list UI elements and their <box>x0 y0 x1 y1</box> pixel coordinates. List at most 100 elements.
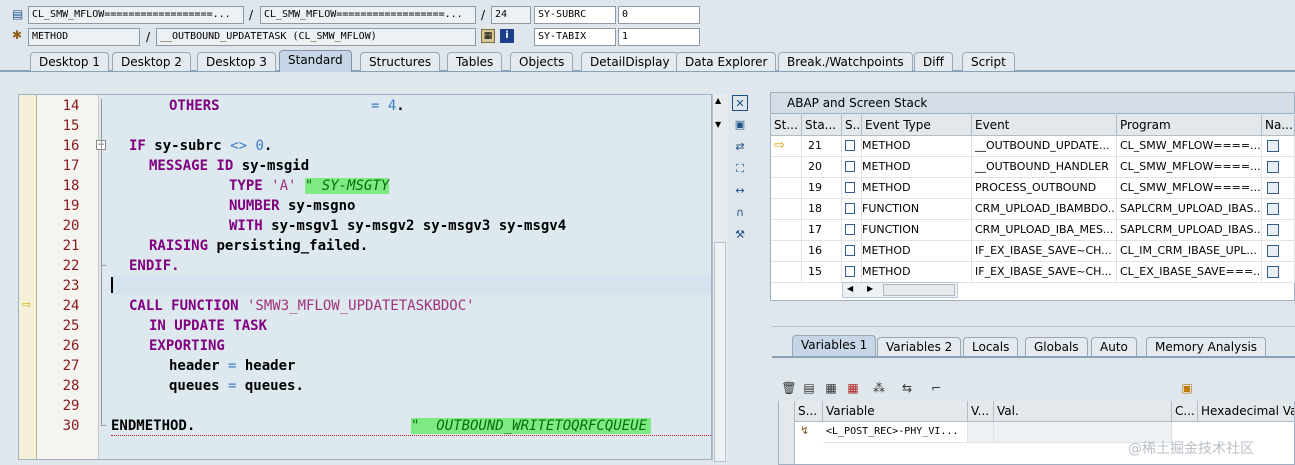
stack-type-icon-cell[interactable] <box>842 241 862 262</box>
stack-header[interactable]: Na... <box>1262 115 1295 136</box>
tab-memory-analysis[interactable]: Memory Analysis <box>1146 337 1267 356</box>
stack-level-cell[interactable]: 20 <box>802 157 842 178</box>
stack-nav-cell[interactable] <box>1262 262 1295 283</box>
scroll-down-icon[interactable]: ▼ <box>715 120 721 129</box>
var-header[interactable]: S... <box>795 401 823 422</box>
line-field[interactable]: 24 <box>491 6 531 24</box>
tab-breakpoints[interactable]: Break./Watchpoints <box>778 52 913 71</box>
variable-name-cell[interactable]: <L_POST_REC>-PHY_VI... <box>823 422 968 443</box>
stack-event-type-cell[interactable]: METHOD <box>862 241 972 262</box>
stack-type-icon-cell[interactable] <box>842 136 862 157</box>
tab-variables-2[interactable]: Variables 2 <box>877 337 962 356</box>
stack-nav-cell[interactable] <box>1262 220 1295 241</box>
resize-icon[interactable]: ↔ <box>732 183 748 199</box>
transfer-icon[interactable]: ⇆ <box>899 380 915 396</box>
stack-event-type-cell[interactable]: FUNCTION <box>862 220 972 241</box>
navigate-icon[interactable] <box>1267 161 1279 173</box>
stack-event-type-cell[interactable]: METHOD <box>862 157 972 178</box>
stack-event-cell[interactable]: CRM_UPLOAD_IBA_MES... <box>972 220 1117 241</box>
stack-level-cell[interactable]: 15 <box>802 262 842 283</box>
navigate-icon[interactable] <box>1267 140 1279 152</box>
stack-level-cell[interactable]: 17 <box>802 220 842 241</box>
stack-event-cell[interactable]: IF_EX_IBASE_SAVE~CH... <box>972 241 1117 262</box>
stack-type-icon-cell[interactable] <box>842 178 862 199</box>
stack-type-icon-cell[interactable] <box>842 220 862 241</box>
navigate-icon[interactable] <box>1267 266 1279 278</box>
tab-standard[interactable]: Standard <box>279 50 352 72</box>
stack-status-cell[interactable] <box>771 178 802 199</box>
stack-type-icon-cell[interactable] <box>842 157 862 178</box>
tab-detaildisplay[interactable]: DetailDisplay <box>581 52 679 71</box>
stack-nav-cell[interactable] <box>1262 199 1295 220</box>
var-header[interactable]: V... <box>968 401 994 422</box>
stack-nav-cell[interactable] <box>1262 136 1295 157</box>
stack-level-cell[interactable]: 16 <box>802 241 842 262</box>
stack-level-cell[interactable]: 19 <box>802 178 842 199</box>
stack-program-cell[interactable]: CL_SMW_MFLOW====... <box>1117 136 1262 157</box>
save-icon[interactable]: ▣ <box>1179 380 1195 396</box>
stack-event-cell[interactable]: IF_EX_IBASE_SAVE~CH... <box>972 262 1117 283</box>
sysvar-value-1[interactable]: 0 <box>618 6 700 24</box>
navigate-icon[interactable] <box>1267 182 1279 194</box>
tools-icon[interactable]: ⚒ <box>732 227 748 243</box>
display-source-icon[interactable]: ▦ <box>481 29 495 43</box>
info-icon[interactable]: i <box>500 29 514 43</box>
delete-icon[interactable]: 🗑 <box>781 380 797 396</box>
stack-event-type-cell[interactable]: FUNCTION <box>862 199 972 220</box>
sysvar-name-2[interactable]: SY-TABIX <box>534 28 616 46</box>
stack-hscroll[interactable]: ◀ ▶ <box>842 282 958 298</box>
stack-header[interactable]: S... <box>842 115 862 136</box>
tab-tables[interactable]: Tables <box>447 52 503 71</box>
stack-nav-cell[interactable] <box>1262 241 1295 262</box>
append-icon[interactable]: ▦ <box>823 380 839 396</box>
include-field[interactable]: CL_SMW_MFLOW==================... <box>260 6 476 24</box>
stack-header[interactable]: St... <box>771 115 802 136</box>
stack-program-cell[interactable]: SAPLCRM_UPLOAD_IBAS... <box>1117 199 1262 220</box>
navigate-icon[interactable] <box>1267 224 1279 236</box>
swap-icon[interactable]: ⇄ <box>732 139 748 155</box>
event-field[interactable]: __OUTBOUND_UPDATETASK (CL_SMW_MFLOW) <box>156 28 476 46</box>
var-header[interactable]: C... <box>1172 401 1198 422</box>
stack-header[interactable]: Program <box>1117 115 1262 136</box>
var-header[interactable]: Hexadecimal Valu <box>1198 401 1295 422</box>
scroll-thumb[interactable] <box>883 284 955 296</box>
row-selector-column[interactable] <box>779 401 795 464</box>
stack-status-cell[interactable] <box>771 199 802 220</box>
stack-level-cell[interactable]: 18 <box>802 199 842 220</box>
stack-status-cell[interactable] <box>771 157 802 178</box>
stack-nav-cell[interactable] <box>1262 178 1295 199</box>
folder-icon[interactable]: ⌐ <box>928 380 944 396</box>
stack-status-cell[interactable]: ⇨ <box>771 136 802 157</box>
tab-variables-1[interactable]: Variables 1 <box>792 335 877 356</box>
stack-nav-cell[interactable] <box>1262 157 1295 178</box>
variable-v-cell[interactable] <box>968 422 994 443</box>
stack-event-cell[interactable]: CRM_UPLOAD_IBAMBDO... <box>972 199 1117 220</box>
sysvar-value-2[interactable]: 1 <box>618 28 700 46</box>
type-field[interactable]: METHOD <box>28 28 140 46</box>
tab-desktop-2[interactable]: Desktop 2 <box>112 52 191 71</box>
stack-level-cell[interactable]: 21 <box>802 136 842 157</box>
stack-status-cell[interactable] <box>771 241 802 262</box>
program-field[interactable]: CL_SMW_MFLOW==================... <box>28 6 244 24</box>
new-window-icon[interactable]: ▣ <box>732 117 748 133</box>
stack-event-type-cell[interactable]: METHOD <box>862 262 972 283</box>
stack-program-cell[interactable]: CL_IM_CRM_IBASE_UPL... <box>1117 241 1262 262</box>
tab-globals[interactable]: Globals <box>1025 337 1088 356</box>
navigate-icon[interactable] <box>1267 203 1279 215</box>
tab-data-explorer[interactable]: Data Explorer <box>676 52 777 71</box>
tab-auto[interactable]: Auto <box>1091 337 1137 356</box>
stack-program-cell[interactable]: CL_SMW_MFLOW====... <box>1117 178 1262 199</box>
editor-scrollbar[interactable]: ▲ ▼ <box>712 94 728 462</box>
stack-status-cell[interactable] <box>771 262 802 283</box>
tab-desktop-3[interactable]: Desktop 3 <box>197 52 276 71</box>
stack-event-cell[interactable]: PROCESS_OUTBOUND <box>972 178 1117 199</box>
stack-header[interactable]: Event <box>972 115 1117 136</box>
scroll-up-icon[interactable]: ▲ <box>715 96 721 105</box>
hierarchy-icon[interactable]: ⁂ <box>871 380 887 396</box>
stack-event-cell[interactable]: __OUTBOUND_HANDLER <box>972 157 1117 178</box>
stack-program-cell[interactable]: SAPLCRM_UPLOAD_IBAS... <box>1117 220 1262 241</box>
tab-script[interactable]: Script <box>962 52 1015 71</box>
tab-desktop-1[interactable]: Desktop 1 <box>30 52 109 71</box>
scroll-grip[interactable] <box>714 242 726 462</box>
stack-event-type-cell[interactable]: METHOD <box>862 136 972 157</box>
